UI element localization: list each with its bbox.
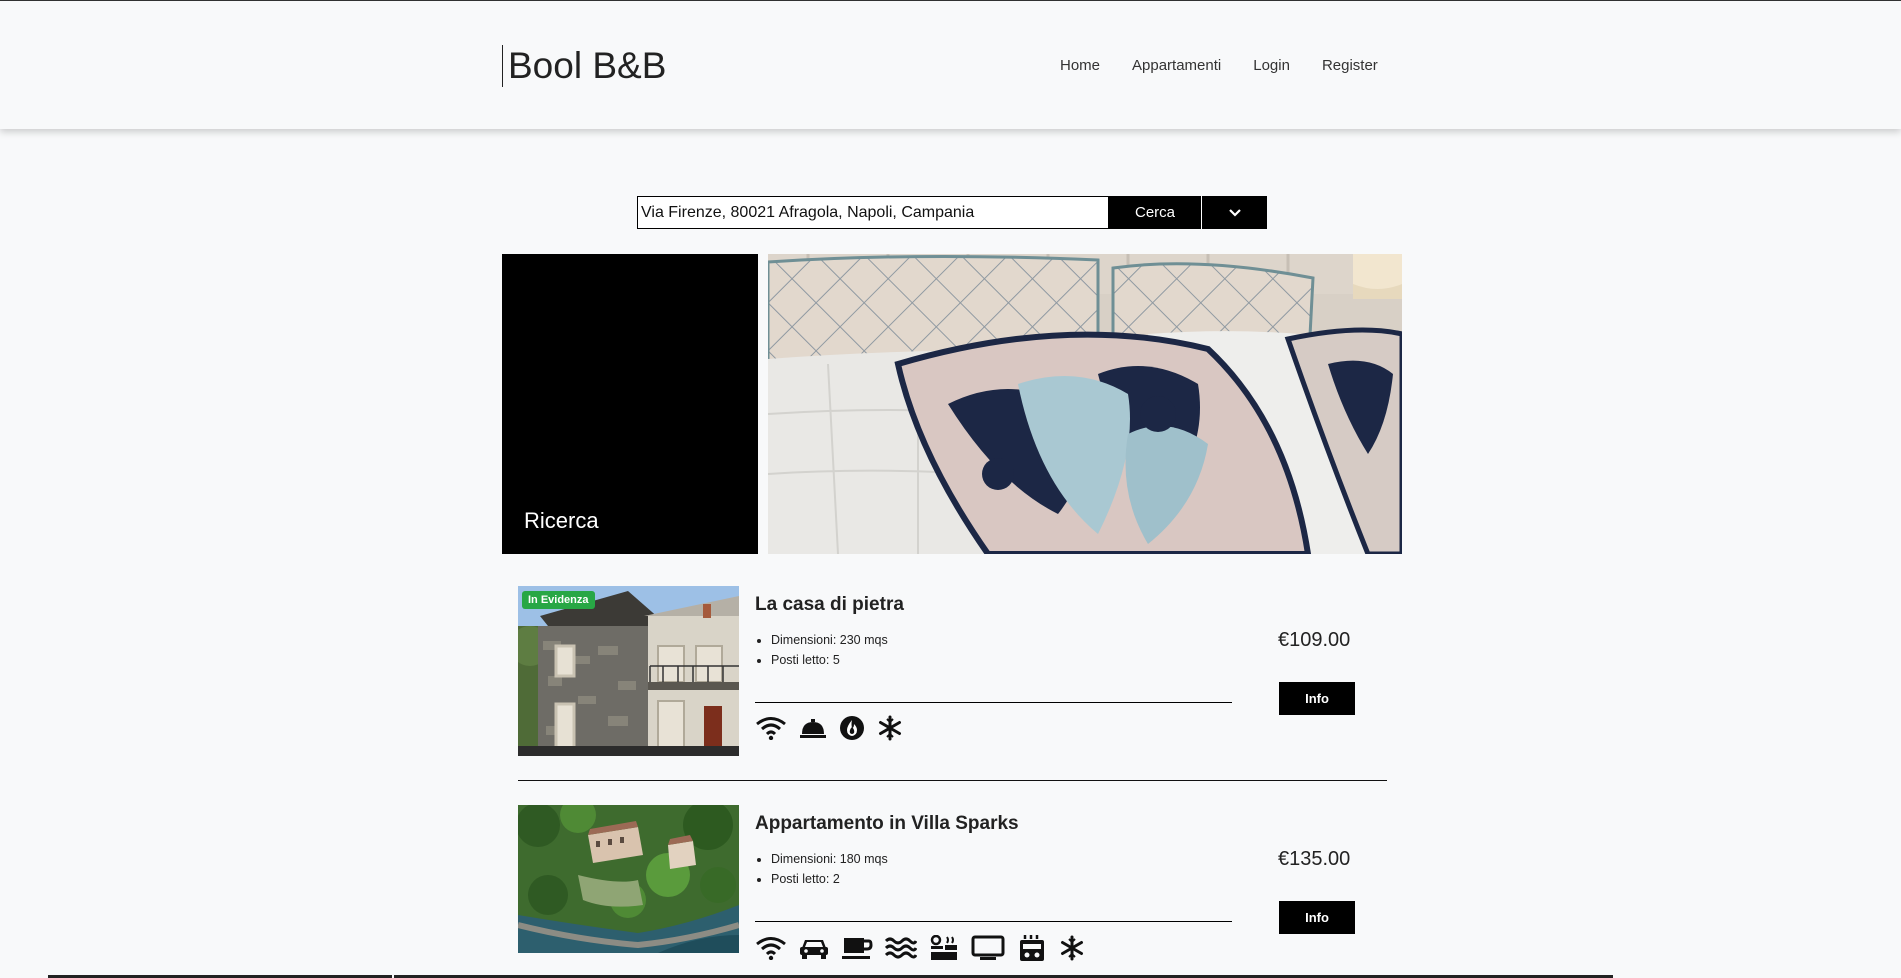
kitchen-icon <box>1017 934 1047 962</box>
listing-price: €109.00 <box>1278 629 1351 651</box>
listing-thumbnail[interactable] <box>518 805 739 953</box>
hero-image <box>768 254 1402 554</box>
listing-details: Dimensioni: 180 mqs Posti letto: 2 <box>771 852 888 892</box>
main-nav: Home Appartamenti Login Register <box>1060 57 1410 75</box>
divider <box>755 702 1232 703</box>
concierge-bell-icon <box>799 716 827 740</box>
nav-login[interactable]: Login <box>1253 57 1290 75</box>
fire-icon <box>839 715 865 741</box>
hero-panel: Ricerca <box>502 254 758 554</box>
snowflake-icon <box>1059 935 1085 961</box>
featured-badge: In Evidenza <box>522 591 595 609</box>
car-icon <box>799 936 829 960</box>
nav-home[interactable]: Home <box>1060 57 1100 75</box>
listing-card: In Evidenza La casa di pietra Dimensioni… <box>518 586 1387 756</box>
search-input[interactable] <box>637 196 1109 229</box>
water-icon <box>885 936 917 960</box>
stone-house-image <box>518 586 739 756</box>
villa-aerial-image <box>518 805 739 953</box>
listing-price: €135.00 <box>1278 848 1351 870</box>
search-bar: Cerca <box>637 196 1267 229</box>
nav-register[interactable]: Register <box>1322 57 1378 75</box>
listing-dimensions: Dimensioni: 180 mqs <box>771 852 888 866</box>
info-button[interactable]: Info <box>1279 682 1355 715</box>
listing-thumbnail[interactable]: In Evidenza <box>518 586 739 756</box>
amenities-list <box>755 934 1097 962</box>
listing-title[interactable]: La casa di pietra <box>755 594 904 616</box>
wifi-icon <box>755 716 787 740</box>
divider <box>755 921 1232 922</box>
listing-beds: Posti letto: 2 <box>771 872 888 886</box>
snowflake-icon <box>877 715 903 741</box>
brand-logo[interactable]: Bool B&B <box>502 45 666 87</box>
bed-pillows-image <box>768 254 1402 554</box>
wifi-icon <box>755 936 787 960</box>
info-button[interactable]: Info <box>1279 901 1355 934</box>
navbar: Bool B&B Home Appartamenti Login Registe… <box>0 1 1901 129</box>
listing-card: Appartamento in Villa Sparks Dimensioni:… <box>518 805 1387 961</box>
chevron-down-icon <box>1228 208 1241 217</box>
listing-dimensions: Dimensioni: 230 mqs <box>771 633 888 647</box>
listing-separator <box>518 780 1387 781</box>
hero-label: Ricerca <box>524 508 599 533</box>
search-button[interactable]: Cerca <box>1109 196 1201 229</box>
tv-icon <box>971 935 1005 961</box>
listing-details: Dimensioni: 230 mqs Posti letto: 5 <box>771 633 888 673</box>
coffee-icon <box>841 936 873 960</box>
sauna-icon <box>929 935 959 961</box>
listing-title[interactable]: Appartamento in Villa Sparks <box>755 813 1019 835</box>
amenities-list <box>755 715 915 741</box>
nav-appartamenti[interactable]: Appartamenti <box>1132 57 1221 75</box>
listing-beds: Posti letto: 5 <box>771 653 888 667</box>
search-options-button[interactable] <box>1201 196 1267 229</box>
